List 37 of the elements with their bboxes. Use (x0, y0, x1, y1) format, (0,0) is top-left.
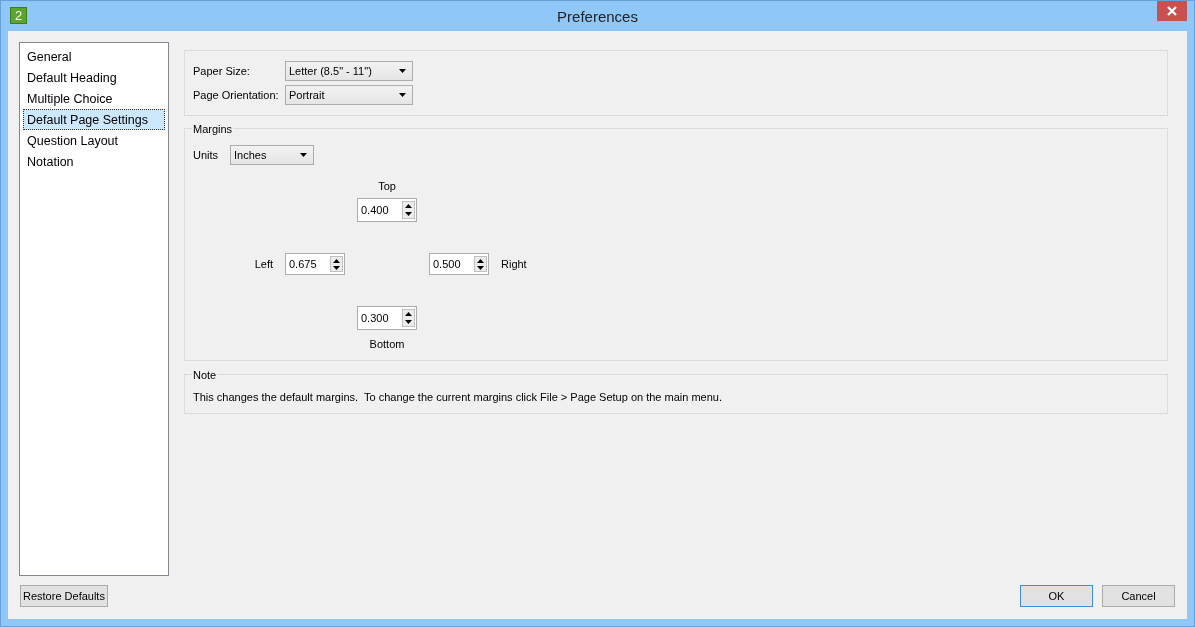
field-label: Page Orientation: (193, 89, 280, 101)
spin-box[interactable]: 0.300 (357, 306, 417, 330)
sidebar-item[interactable]: Default Heading (23, 67, 165, 88)
sidebar-item[interactable]: Multiple Choice (23, 88, 165, 109)
close-button[interactable] (1157, 1, 1187, 21)
restore-defaults-button[interactable]: Restore Defaults (20, 585, 108, 607)
app-logo: 2 (10, 7, 27, 24)
note-text: This changes the default margins. To change the current margins click File > Page Setup on the main menu. (193, 391, 722, 403)
dropdown[interactable]: Inches (230, 145, 314, 165)
margin-label: Left (254, 258, 273, 270)
sidebar-item[interactable]: Default Page Settings (23, 109, 165, 130)
spin-box[interactable]: 0.400 (357, 198, 417, 222)
sidebar-item[interactable]: Notation (23, 151, 165, 172)
group-title: Note (192, 369, 218, 382)
sidebar-item[interactable]: Question Layout (23, 130, 165, 151)
window-title: Preferences (557, 7, 638, 25)
cancel-button[interactable]: Cancel (1102, 585, 1175, 607)
dropdown-caret-icon (399, 93, 406, 97)
spin-box[interactable]: 0.675 (285, 253, 345, 275)
margin-label: Top (378, 180, 396, 192)
spin-box[interactable]: 0.500 (429, 253, 489, 275)
field-label: Units (193, 149, 220, 161)
dropdown-caret-icon (300, 153, 307, 157)
spin-buttons[interactable] (402, 309, 415, 327)
field-label: Paper Size: (193, 65, 251, 77)
margin-label: Right (501, 258, 527, 270)
sidebar-item[interactable]: General (23, 46, 165, 67)
group-title: Margins (192, 123, 234, 136)
dropdown[interactable]: Letter (8.5" - 11") (285, 61, 413, 81)
ok-button[interactable]: OK (1020, 585, 1093, 607)
margin-label: Bottom (369, 338, 405, 350)
spin-buttons[interactable] (330, 256, 343, 272)
spin-buttons[interactable] (402, 201, 415, 219)
dropdown-caret-icon (399, 69, 406, 73)
close-icon (1167, 6, 1177, 16)
dropdown[interactable]: Portrait (285, 85, 413, 105)
spin-buttons[interactable] (474, 256, 487, 272)
